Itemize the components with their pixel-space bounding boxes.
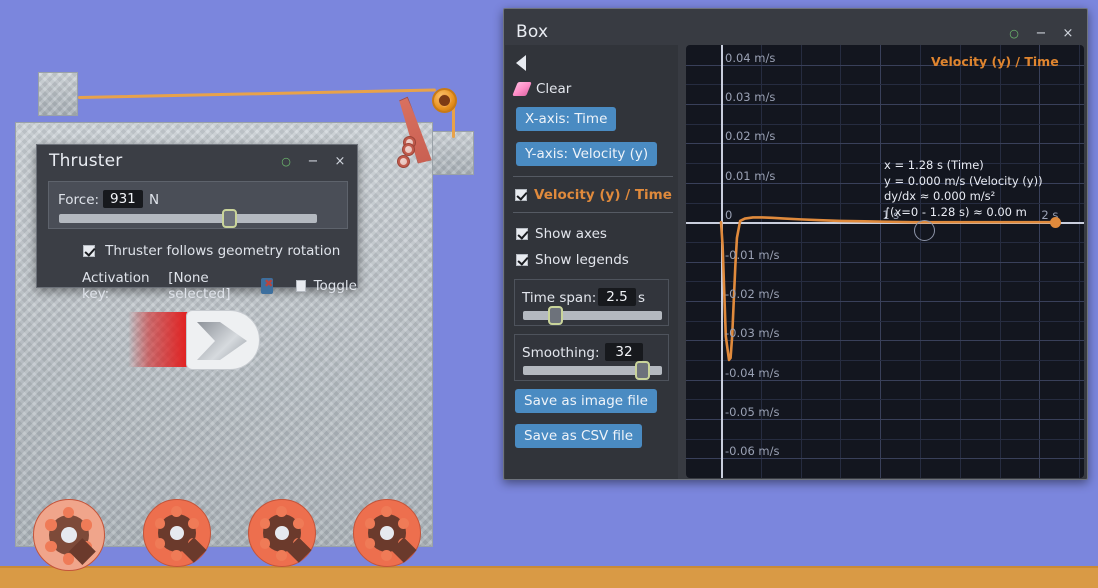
- save-image-button[interactable]: Save as image file: [515, 389, 657, 413]
- wheel-3[interactable]: [248, 499, 316, 567]
- activation-key-row[interactable]: Activation key: [None selected] Toggle: [82, 270, 357, 302]
- wheel-2[interactable]: [143, 499, 211, 567]
- force-label: Force:: [58, 192, 100, 208]
- plot-cursor-marker[interactable]: [914, 219, 936, 241]
- ground-surface: [0, 566, 1098, 588]
- thruster-arrow-plate[interactable]: [186, 310, 260, 370]
- thruster-window-buttons[interactable]: ○ − ×: [279, 154, 347, 169]
- back-arrow-icon[interactable]: [516, 55, 526, 71]
- velocity-time-plot[interactable]: 0.04 m/s 0.03 m/s 0.02 m/s 0.01 m/s 0 -0.01 m…: [686, 45, 1084, 478]
- follows-rotation-row[interactable]: Thruster follows geometry rotation: [83, 240, 340, 259]
- toggle-label: Toggle: [313, 278, 357, 294]
- force-slider-knob[interactable]: [222, 209, 237, 228]
- y-tick-label: -0.02 m/s: [725, 286, 780, 301]
- show-legends-row[interactable]: Show legends: [516, 252, 629, 268]
- time-span-group: Time span: 2.5 s: [514, 279, 669, 326]
- smoothing-label: Smoothing:: [522, 345, 600, 361]
- thruster-dialog-title: Thruster: [49, 151, 123, 171]
- thruster-flame: [128, 312, 188, 367]
- minimize-icon[interactable]: −: [306, 154, 320, 169]
- show-axes-row[interactable]: Show axes: [516, 226, 607, 242]
- clear-label: Clear: [536, 81, 572, 97]
- follows-rotation-label: Thruster follows geometry rotation: [105, 243, 341, 259]
- y-tick-label: 0.02 m/s: [725, 129, 776, 144]
- y-tick-label: -0.06 m/s: [725, 444, 780, 459]
- smoothing-group: Smoothing: 32: [514, 334, 669, 381]
- smoothing-slider-track[interactable]: [523, 361, 662, 380]
- arrow-glyph-icon: [197, 322, 247, 360]
- divider-top: [513, 176, 673, 177]
- divider-bottom: [513, 212, 673, 213]
- wheel-4[interactable]: [353, 499, 421, 567]
- save-csv-button[interactable]: Save as CSV file: [515, 424, 643, 448]
- y-tick-label: 0.04 m/s: [725, 50, 776, 65]
- time-span-value[interactable]: 2.5: [598, 288, 636, 306]
- y-tick-label: -0.05 m/s: [725, 405, 780, 419]
- thruster-dialog-titlebar[interactable]: Thruster ○ − ×: [37, 145, 357, 177]
- time-span-slider-track[interactable]: [523, 306, 662, 325]
- follows-rotation-checkbox[interactable]: [83, 245, 95, 257]
- time-span-unit: s: [638, 290, 646, 306]
- rope-segment-horizontal: [77, 88, 436, 99]
- y-tick-label: -0.01 m/s: [725, 247, 780, 262]
- show-axes-label: Show axes: [535, 226, 607, 242]
- force-slider-track[interactable]: [59, 209, 317, 228]
- plot-cursor-annotation: x = 1.28 s (Time) y = 0.000 m/s (Velocit…: [884, 158, 1043, 219]
- series-label: Velocity (y) / Time: [534, 187, 672, 203]
- ground-edge-line: [0, 566, 1098, 568]
- plot-end-point-marker: [1049, 216, 1061, 228]
- plot-legend-title: Velocity (y) / Time: [931, 54, 1059, 69]
- smoothing-slider-knob[interactable]: [635, 361, 650, 380]
- minimize-icon[interactable]: −: [1034, 26, 1048, 41]
- activation-key-value[interactable]: [None selected]: [168, 270, 253, 302]
- counterweight-block-left[interactable]: [38, 72, 78, 116]
- close-icon[interactable]: ×: [333, 154, 347, 169]
- lever-joint-lower-icon[interactable]: [397, 155, 410, 168]
- clear-button[interactable]: Clear: [512, 81, 572, 97]
- show-axes-checkbox[interactable]: [516, 228, 528, 240]
- series-checkbox[interactable]: [515, 189, 527, 201]
- y-tick-label: -0.03 m/s: [725, 326, 780, 341]
- time-span-label: Time span:: [522, 290, 597, 306]
- y-axis-button[interactable]: Y-axis: Velocity (y): [516, 142, 658, 166]
- y-tick-label: 0.03 m/s: [725, 90, 776, 104]
- box-window[interactable]: Box ○ − × Clear X-axis: Time Y-axis: Vel…: [503, 8, 1088, 480]
- series-toggle-row[interactable]: Velocity (y) / Time: [515, 187, 672, 203]
- help-icon[interactable]: ○: [1007, 26, 1021, 40]
- box-window-title: Box: [516, 22, 549, 42]
- force-unit: N: [149, 192, 160, 208]
- thruster-dialog[interactable]: Thruster ○ − × Force: 931 N Thruster fol…: [36, 144, 358, 302]
- help-icon[interactable]: ○: [279, 154, 293, 168]
- y-tick-label: 0: [725, 208, 733, 223]
- time-span-slider-knob[interactable]: [548, 306, 563, 325]
- x-axis-button[interactable]: X-axis: Time: [516, 107, 617, 131]
- pulley-wheel-icon[interactable]: [432, 88, 457, 113]
- wheel-1[interactable]: [33, 499, 105, 571]
- close-icon[interactable]: ×: [1061, 26, 1075, 41]
- y-tick-label: 0.01 m/s: [725, 168, 776, 183]
- graph-controls-panel: Clear X-axis: Time Y-axis: Velocity (y) …: [505, 45, 678, 479]
- box-window-buttons[interactable]: ○ − ×: [1007, 26, 1075, 41]
- force-group: Force: 931 N: [48, 181, 348, 229]
- force-value[interactable]: 931: [103, 190, 143, 208]
- clear-key-icon[interactable]: [260, 277, 276, 294]
- activation-key-label: Activation key:: [82, 270, 150, 302]
- show-legends-label: Show legends: [535, 252, 629, 268]
- smoothing-value[interactable]: 32: [605, 343, 643, 361]
- eraser-icon: [512, 82, 532, 96]
- toggle-checkbox[interactable]: [295, 280, 306, 292]
- y-tick-label: -0.04 m/s: [725, 365, 780, 380]
- show-legends-checkbox[interactable]: [516, 254, 528, 266]
